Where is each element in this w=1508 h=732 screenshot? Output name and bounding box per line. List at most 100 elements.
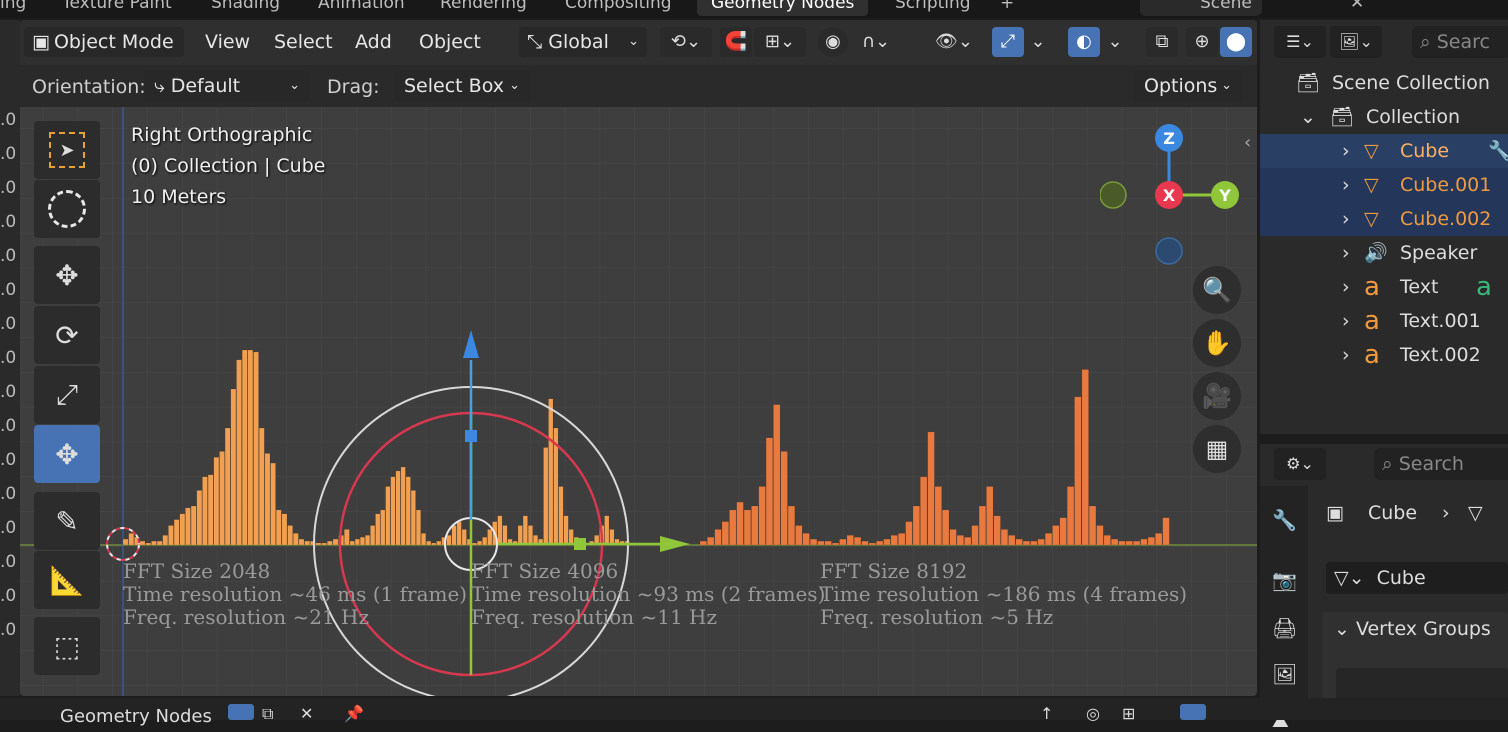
- outliner-item-text[interactable]: › a Text a: [1260, 270, 1508, 304]
- ruler-label: .0: [0, 518, 17, 538]
- transform-tool[interactable]: ✥: [34, 425, 100, 483]
- filter-icon[interactable]: 🖼⌄: [1330, 26, 1382, 58]
- node-tree-icon[interactable]: [228, 704, 254, 720]
- view-layer-tab-icon[interactable]: 🖼: [1272, 662, 1297, 686]
- scene-collection-row[interactable]: 🗃 Scene Collection: [1260, 66, 1508, 100]
- scene-close-icon[interactable]: ✕: [1350, 0, 1364, 16]
- chevron-down-icon: ⌄: [509, 78, 520, 93]
- drag-dropdown[interactable]: Select Box ⌄: [394, 70, 530, 102]
- ruler-label: .0: [0, 144, 17, 164]
- tab-texture-paint[interactable]: Texture Paint: [62, 0, 172, 16]
- render-tab-icon[interactable]: 📷: [1272, 568, 1297, 592]
- mesh-data-selector[interactable]: ▽⌄ Cube: [1326, 562, 1508, 594]
- outliner-item-cube-002[interactable]: › ▽ Cube.002: [1260, 202, 1508, 236]
- chevron-left-icon[interactable]: ‹: [1244, 132, 1251, 153]
- xray-toggle-icon[interactable]: ⧉: [1146, 27, 1178, 57]
- zoom-icon[interactable]: 🔍: [1193, 266, 1241, 314]
- chevron-down-icon[interactable]: ⌄: [1102, 27, 1128, 57]
- close-icon[interactable]: ✕: [300, 704, 313, 723]
- chevron-right-icon: ›: [1342, 140, 1350, 162]
- scale-icon: ⤢: [55, 378, 79, 411]
- y-axis-ball[interactable]: Y: [1211, 181, 1239, 209]
- scale-tool[interactable]: ⤢: [34, 366, 100, 424]
- vertex-groups-header[interactable]: ⌄ Vertex Groups: [1334, 618, 1491, 640]
- x-axis-ball[interactable]: X: [1155, 181, 1183, 209]
- outliner-item-speaker[interactable]: › 🔊 Speaker: [1260, 236, 1508, 270]
- pan-hand-icon[interactable]: ✋: [1193, 319, 1241, 367]
- ruler-label: .0: [0, 586, 17, 606]
- editor-type-icon[interactable]: ⚙⌄: [1274, 448, 1326, 480]
- options-dropdown[interactable]: Options ⌄: [1134, 70, 1242, 102]
- output-tab-icon[interactable]: 🖨: [1272, 616, 1297, 640]
- ortho-grid-icon[interactable]: ▦: [1193, 425, 1241, 473]
- outliner-search[interactable]: ⌕ Searc: [1412, 26, 1508, 58]
- snap-target-icon[interactable]: ⊞⌄: [754, 27, 806, 57]
- chevron-down-icon[interactable]: ⌄: [1025, 27, 1051, 57]
- z-axis-ball[interactable]: Z: [1155, 124, 1183, 152]
- tab-geometry-nodes[interactable]: Geometry Nodes: [697, 0, 869, 16]
- fft-size-text: FFT Size 2048: [123, 559, 271, 583]
- mode-selector[interactable]: ▣Object Mode⌄: [24, 27, 184, 79]
- tab-animation[interactable]: Animation: [318, 0, 405, 16]
- pivot-point-icon[interactable]: ⟲⌄: [660, 27, 712, 57]
- chevron-down-icon: ⌄: [289, 78, 300, 93]
- camera-view-icon[interactable]: 🎥: [1193, 372, 1241, 420]
- tab-scripting[interactable]: Scripting: [895, 0, 971, 16]
- up-arrow-icon[interactable]: ↑: [1040, 704, 1053, 723]
- add-workspace-icon[interactable]: +: [1000, 0, 1014, 16]
- pin-icon[interactable]: 📌: [344, 704, 364, 723]
- search-icon: ⌕: [1382, 453, 1393, 475]
- outliner-item-cube[interactable]: › ▽ Cube 🔧: [1260, 134, 1508, 168]
- object-context-icon: ▣: [1326, 502, 1344, 524]
- chevron-right-icon: ›: [1342, 276, 1350, 298]
- falloff-icon[interactable]: ∩⌄: [850, 27, 902, 57]
- select-box-tool[interactable]: ➤: [34, 121, 100, 179]
- chevron-down-icon: ⌄: [1221, 78, 1232, 93]
- snap-icon[interactable]: ⊞: [1122, 704, 1135, 723]
- freq-resolution-text: Freq. resolution ~21 Hz: [123, 605, 370, 629]
- outliner-item-text-001[interactable]: › a Text.001: [1260, 304, 1508, 338]
- view-toggle-icon[interactable]: [1180, 704, 1206, 720]
- menu-select[interactable]: Select: [274, 27, 333, 57]
- properties-search[interactable]: ⌕ Search: [1374, 448, 1508, 480]
- scene-selector[interactable]: Scene: [1140, 0, 1262, 16]
- item-label: Cube: [1400, 140, 1450, 162]
- collection-row[interactable]: ⌄ 🗃 Collection: [1260, 100, 1508, 134]
- rotate-tool[interactable]: ⟳: [34, 306, 100, 364]
- overlays-toggle-icon[interactable]: ◐: [1068, 27, 1100, 57]
- gizmo-toggle-icon[interactable]: ⤢: [992, 27, 1024, 57]
- visibility-icon[interactable]: 👁⌄: [928, 27, 980, 57]
- menu-object[interactable]: Object: [419, 27, 481, 57]
- outliner-item-text-002[interactable]: › a Text.002: [1260, 338, 1508, 372]
- editor-label[interactable]: Geometry Nodes: [60, 706, 212, 727]
- snap-toggle-icon[interactable]: 🧲: [720, 27, 752, 57]
- measure-tool[interactable]: 📐: [34, 551, 100, 609]
- tab-rendering[interactable]: Rendering: [440, 0, 527, 16]
- transform-orientation-dropdown[interactable]: ⤡ Global ⌄: [519, 27, 647, 57]
- menu-add[interactable]: Add: [355, 27, 392, 57]
- chevron-right-icon: ›: [1342, 174, 1350, 196]
- copy-icon[interactable]: ⧉: [262, 704, 273, 724]
- workspace-bar: ing Texture Paint Shading Animation Rend…: [0, 0, 1508, 18]
- cursor-tool[interactable]: [34, 180, 100, 238]
- orientation-value: Default: [170, 75, 241, 97]
- outliner-item-cube-001[interactable]: › ▽ Cube.001: [1260, 168, 1508, 202]
- tool-tab-icon[interactable]: 🔧: [1272, 508, 1297, 532]
- solid-shading-icon[interactable]: ⬤: [1220, 27, 1252, 57]
- tab-shading[interactable]: Shading: [211, 0, 280, 16]
- move-tool[interactable]: ✥: [34, 246, 100, 304]
- tab-partial[interactable]: ing: [0, 0, 26, 16]
- proportional-edit-icon[interactable]: ◉: [818, 27, 848, 57]
- tab-compositing[interactable]: Compositing: [565, 0, 672, 16]
- overlay-icon[interactable]: ◎: [1086, 704, 1100, 723]
- wireframe-shading-icon[interactable]: ⊕: [1186, 27, 1218, 57]
- display-mode-icon[interactable]: ☰⌄: [1274, 26, 1326, 58]
- annotate-tool[interactable]: ✎: [34, 492, 100, 550]
- add-cube-tool[interactable]: ⬚: [34, 617, 100, 675]
- text-data-icon: a: [1476, 272, 1492, 302]
- 3d-viewport[interactable]: FFT Size 2048 Time resolution ~46 ms (1 f…: [20, 20, 1257, 696]
- orientation-dropdown[interactable]: ⤷ Default ⌄: [144, 70, 310, 102]
- ruler-label: .0: [0, 348, 17, 368]
- ruler-label: .0: [0, 552, 17, 572]
- menu-view[interactable]: View: [205, 27, 250, 57]
